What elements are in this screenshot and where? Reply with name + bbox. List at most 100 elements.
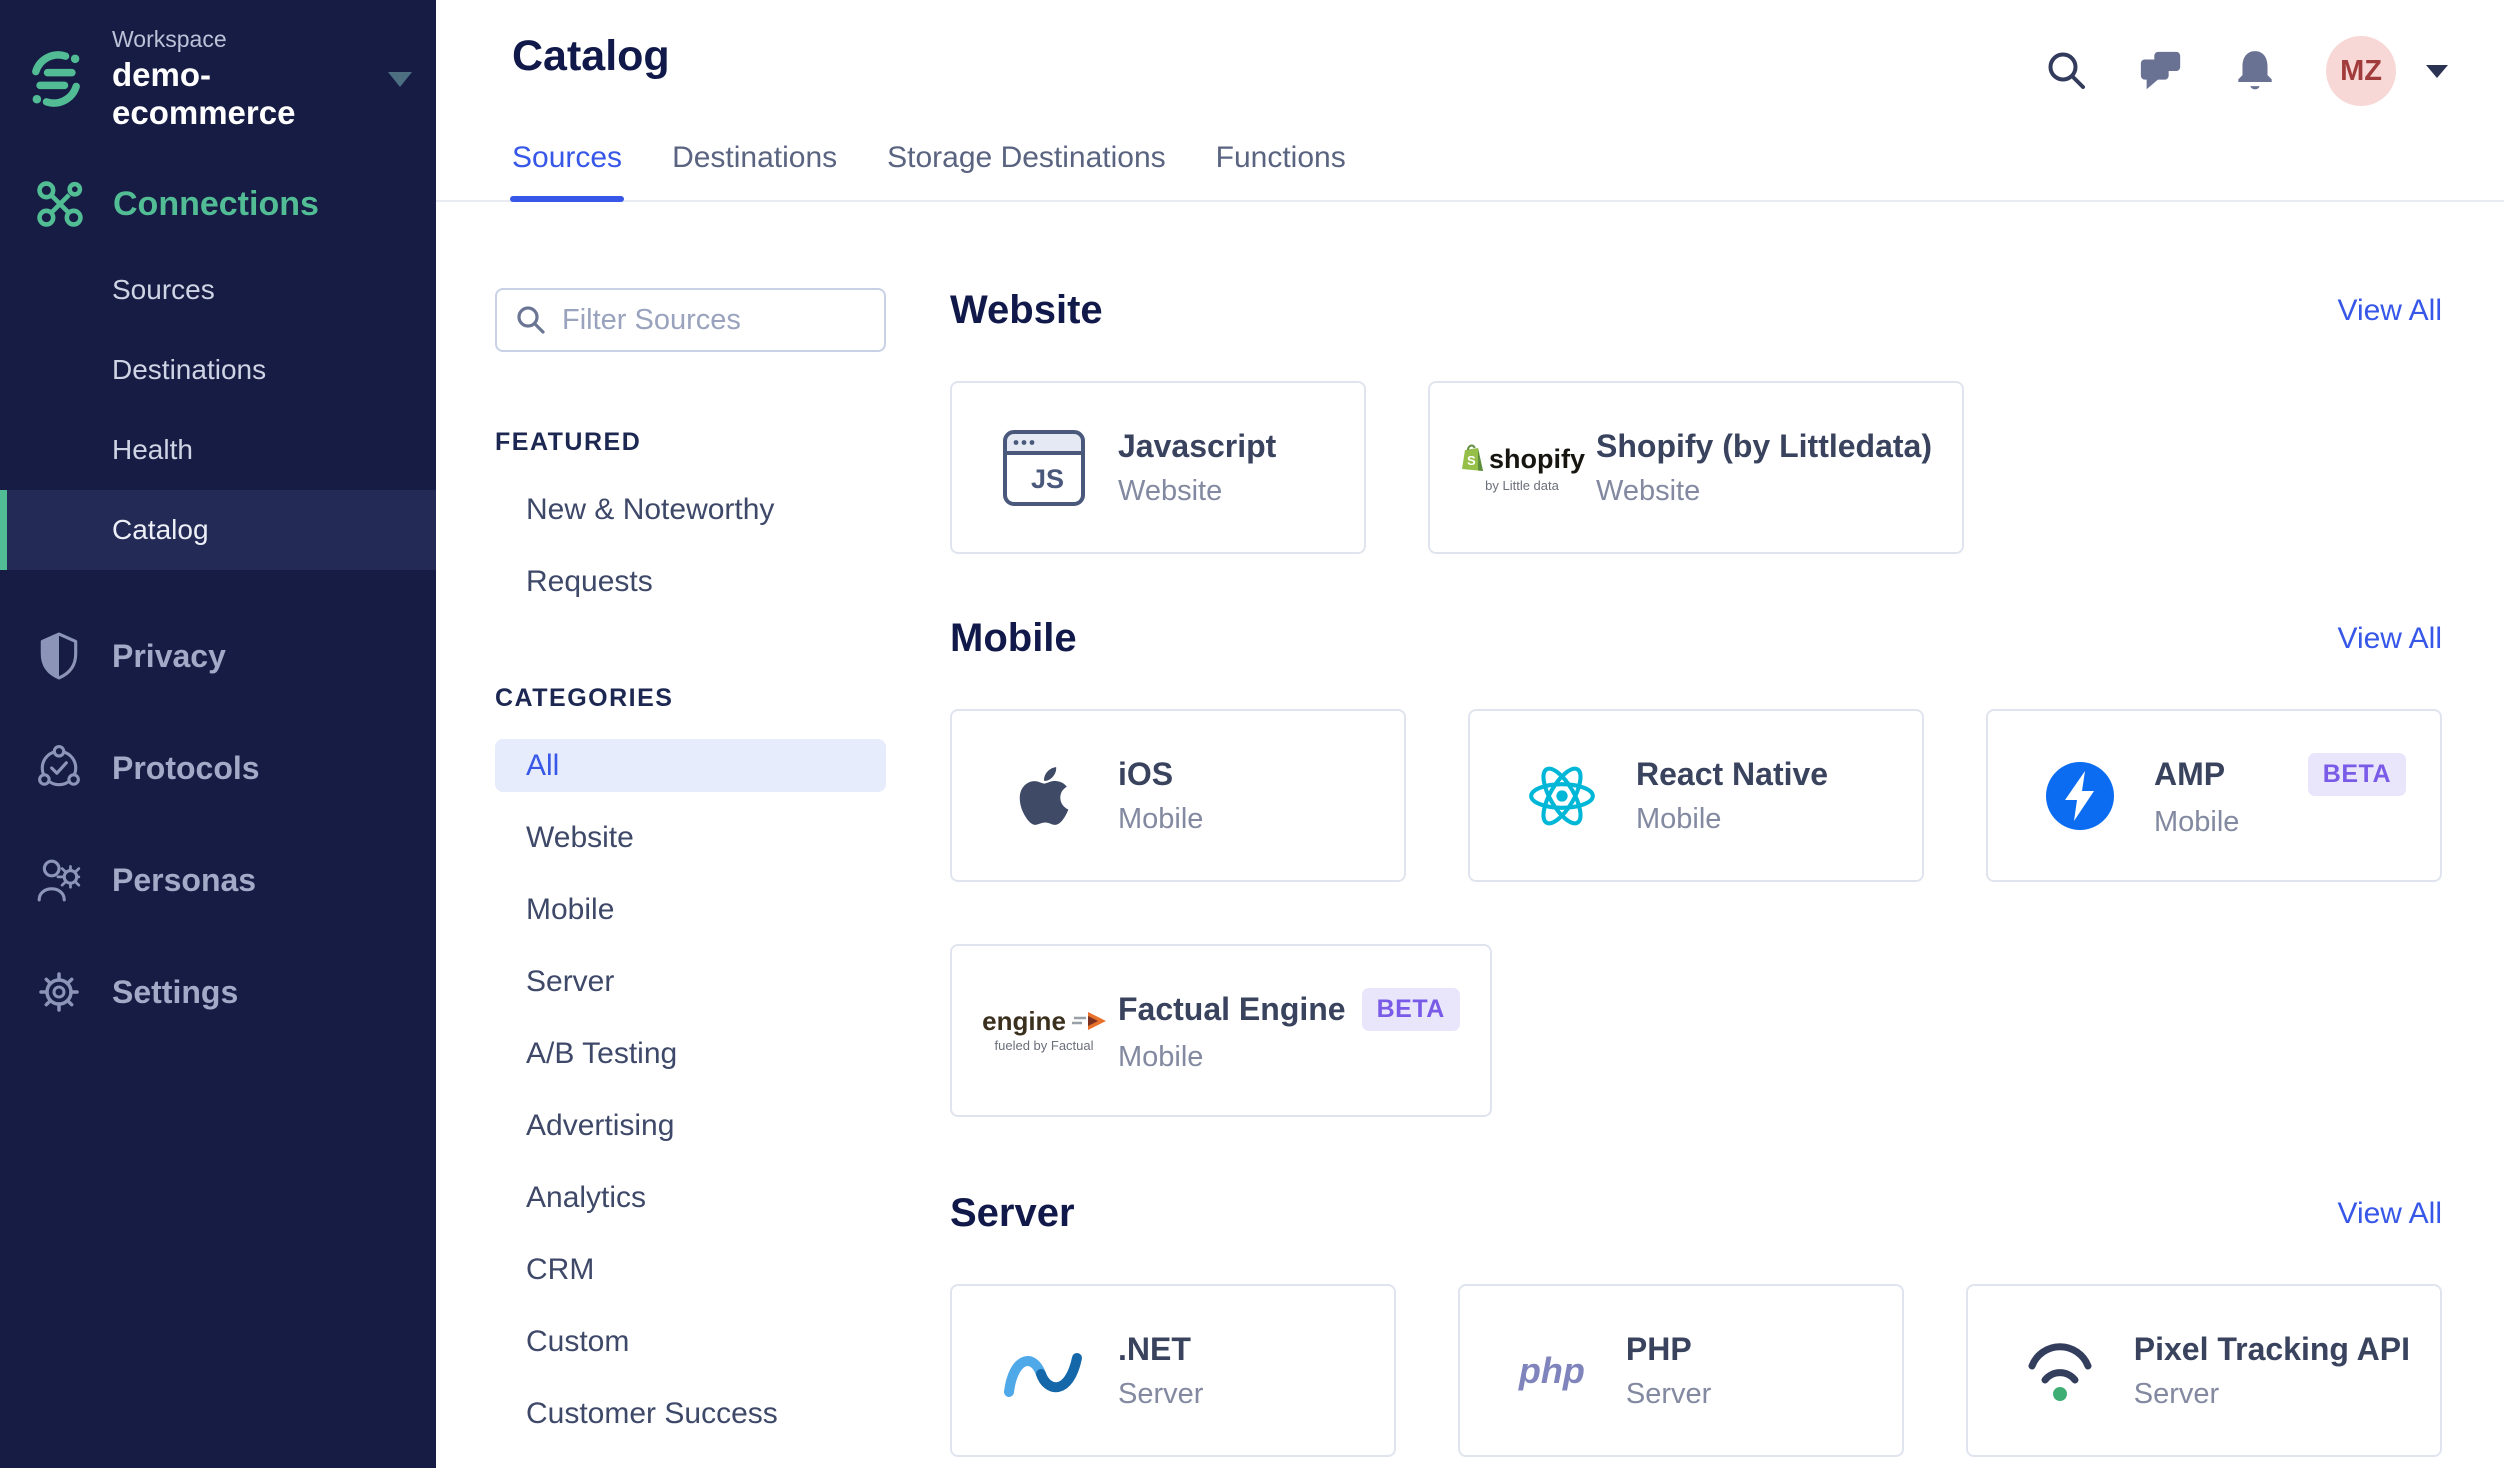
sidebar-item-health[interactable]: Health <box>0 410 436 490</box>
featured-heading: FEATURED <box>495 428 642 456</box>
card-title: PHP <box>1625 1330 1692 1367</box>
card-category: Mobile <box>1118 802 1204 835</box>
filter-sources-box <box>495 288 886 352</box>
categories-list: All Website Mobile Server A/B Testing Ad… <box>495 739 886 1468</box>
card-title: Javascript <box>1118 427 1277 464</box>
filter-sources-input[interactable] <box>562 303 862 337</box>
chat-icon[interactable] <box>2138 48 2184 94</box>
card-text: AMP BETA Mobile <box>2154 752 2410 839</box>
workspace-switcher[interactable]: Workspace demo-ecommerce <box>0 0 436 132</box>
beta-badge: BETA <box>1361 987 1460 1031</box>
card-category: Mobile <box>1636 802 1722 835</box>
segment-logo-icon <box>32 51 80 107</box>
tab-functions[interactable]: Functions <box>1216 141 1346 200</box>
bell-icon[interactable] <box>2232 48 2278 94</box>
sidebar-item-privacy[interactable]: Privacy <box>0 600 436 712</box>
connections-icon <box>37 181 83 227</box>
dotnet-icon <box>1000 1340 1088 1402</box>
workspace-caret-down-icon[interactable] <box>388 71 412 87</box>
category-item-all[interactable]: All <box>495 739 886 792</box>
category-item-advertising[interactable]: Advertising <box>495 1099 886 1152</box>
search-icon[interactable] <box>2044 48 2090 94</box>
tab-storage-destinations[interactable]: Storage Destinations <box>887 141 1166 200</box>
workspace-name: demo-ecommerce <box>112 56 296 131</box>
category-item-analytics[interactable]: Analytics <box>495 1171 886 1224</box>
card-title: Shopify (by Littledata) <box>1596 427 1932 464</box>
card-category: Website <box>1596 474 1701 507</box>
apple-icon <box>1000 763 1088 829</box>
category-item-customer-success[interactable]: Customer Success <box>495 1387 886 1440</box>
source-card-amp[interactable]: AMP BETA Mobile <box>1986 709 2442 882</box>
workspace-label: Workspace <box>112 26 227 52</box>
card-title: .NET <box>1118 1330 1191 1367</box>
sidebar-item-protocols-label: Protocols <box>112 749 260 786</box>
sidebar: Workspace demo-ecommerce Connections Sou… <box>0 0 436 1468</box>
source-card-pixel-tracking-api[interactable]: Pixel Tracking API Server <box>1965 1284 2442 1457</box>
section-head-mobile: Mobile View All <box>950 616 2442 661</box>
sidebar-item-protocols[interactable]: Protocols <box>0 712 436 824</box>
category-item-crm[interactable]: CRM <box>495 1243 886 1296</box>
catalog-tabs: Sources Destinations Storage Destination… <box>509 141 1346 202</box>
featured-item-new-noteworthy[interactable]: New & Noteworthy <box>495 483 886 536</box>
sidebar-item-personas-label: Personas <box>112 861 257 898</box>
section-title-website: Website <box>950 288 1103 332</box>
card-category: Mobile <box>1118 1040 1204 1073</box>
category-item-ab-testing[interactable]: A/B Testing <box>495 1027 886 1080</box>
tab-destinations[interactable]: Destinations <box>672 141 837 200</box>
search-icon <box>517 306 545 334</box>
avatar-caret-down-icon[interactable] <box>2426 64 2448 78</box>
section-head-server: Server View All <box>950 1191 2442 1236</box>
card-text: React Native Mobile <box>1636 756 1892 836</box>
view-all-mobile-link[interactable]: View All <box>2337 622 2442 656</box>
sidebar-item-settings[interactable]: Settings <box>0 936 436 1048</box>
php-icon: php <box>1508 1350 1596 1392</box>
sidebar-item-personas[interactable]: Personas <box>0 824 436 936</box>
card-text: PHP Server <box>1626 1331 1872 1411</box>
source-card-javascript[interactable]: JS Javascript Website <box>950 381 1366 554</box>
card-category: Server <box>1118 1377 1204 1410</box>
catalog-sections: Website View All JS Javascript Website S… <box>950 288 2442 1468</box>
sidebar-item-catalog[interactable]: Catalog <box>0 490 436 570</box>
sidebar-item-sources[interactable]: Sources <box>0 250 436 330</box>
card-title: AMP <box>2154 755 2226 792</box>
factual-engine-icon: engine fueled by Factual <box>982 1008 1106 1053</box>
category-item-website[interactable]: Website <box>495 811 886 864</box>
sidebar-item-destinations[interactable]: Destinations <box>0 330 436 410</box>
card-text: Javascript Website <box>1118 428 1334 508</box>
sidebar-item-settings-label: Settings <box>112 973 239 1010</box>
header-actions: MZ <box>2044 36 2448 106</box>
category-item-custom[interactable]: Custom <box>495 1315 886 1368</box>
filter-sidebar: FEATURED New & Noteworthy Requests CATEG… <box>495 288 886 1468</box>
tab-sources[interactable]: Sources <box>509 141 625 202</box>
card-category: Server <box>2133 1377 2220 1410</box>
source-card-react-native[interactable]: React Native Mobile <box>1468 709 1924 882</box>
featured-item-requests[interactable]: Requests <box>495 555 886 608</box>
card-text: iOS Mobile <box>1118 756 1374 836</box>
protocols-icon <box>35 744 83 792</box>
shopify-icon: S shopify by Little data <box>1462 442 1585 493</box>
card-text: Pixel Tracking API Server <box>2134 1331 2410 1411</box>
view-all-website-link[interactable]: View All <box>2337 294 2442 328</box>
featured-list: New & Noteworthy Requests <box>495 483 886 608</box>
source-card-shopify-littledata[interactable]: S shopify by Little data Shopify (by Lit… <box>1428 381 1964 554</box>
avatar[interactable]: MZ <box>2326 36 2396 106</box>
category-item-server[interactable]: Server <box>495 955 886 1008</box>
view-all-server-link[interactable]: View All <box>2337 1197 2442 1231</box>
website-cards-row: JS Javascript Website S shopify by Littl… <box>950 381 2442 554</box>
server-cards-row: .NET Server php PHP Server Pixel Trackin… <box>950 1284 2442 1457</box>
source-card-ios[interactable]: iOS Mobile <box>950 709 1406 882</box>
beta-badge: BETA <box>2307 752 2406 796</box>
source-card-dotnet[interactable]: .NET Server <box>950 1284 1396 1457</box>
source-card-php[interactable]: php PHP Server <box>1457 1284 1904 1457</box>
react-icon <box>1518 761 1606 831</box>
connections-sub-nav: Sources Destinations Health Catalog <box>0 250 436 570</box>
sidebar-item-connections[interactable]: Connections <box>0 176 436 232</box>
svg-text:S: S <box>1467 453 1476 468</box>
gear-icon <box>35 968 83 1016</box>
card-title: Factual Engine <box>1118 990 1346 1027</box>
category-item-mobile[interactable]: Mobile <box>495 883 886 936</box>
source-card-factual-engine[interactable]: engine fueled by Factual Factual Engine <box>950 944 1492 1117</box>
mobile-cards-row-2: engine fueled by Factual Factual Engine <box>950 944 2442 1117</box>
sidebar-item-privacy-label: Privacy <box>112 637 226 674</box>
category-item-email-marketing[interactable]: Email Marketing <box>495 1459 886 1468</box>
